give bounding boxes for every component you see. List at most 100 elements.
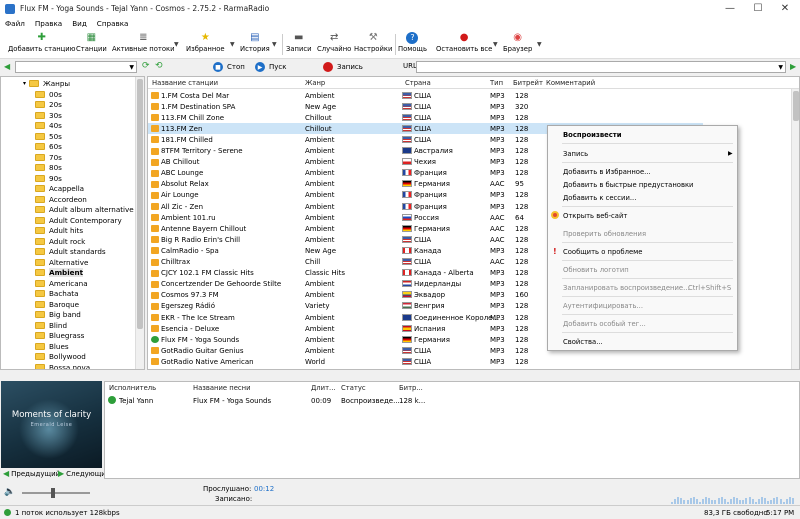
table-row[interactable]: 1.FM Destination SPA New Age США MP3 320: [148, 101, 703, 112]
forward-icon[interactable]: ▶: [790, 62, 796, 71]
active-streams-button[interactable]: ≣ Активные потоки: [112, 32, 175, 53]
stop-button[interactable]: ■ Стоп: [213, 61, 245, 73]
tree-item[interactable]: Blind: [35, 320, 67, 331]
stop-all-button[interactable]: ● Остановить все: [436, 32, 492, 53]
records-button[interactable]: ▬ Записи: [286, 32, 312, 53]
scrollbar-thumb[interactable]: [793, 91, 799, 121]
tree-item[interactable]: Bluegrass: [35, 331, 84, 342]
random-button[interactable]: ⇄ Случайно: [317, 32, 351, 53]
table-row[interactable]: 113.FM Chill Zone Chillout США MP3 128: [148, 112, 703, 123]
play-button[interactable]: ▶ Пуск: [255, 61, 286, 73]
col-bitrate[interactable]: Битрейт: [513, 79, 543, 87]
add-station-button[interactable]: ✚ Добавить станцию: [8, 32, 75, 53]
maximize-button[interactable]: ☐: [743, 0, 773, 17]
col-song[interactable]: Название песни: [193, 384, 251, 392]
ctx-play[interactable]: Воспроизвести: [563, 131, 621, 139]
tree-item[interactable]: Accordeon: [35, 194, 87, 205]
close-button[interactable]: ✕: [770, 0, 800, 17]
ctx-add-favorites[interactable]: Добавить в Избранное...: [563, 168, 651, 176]
tree-item[interactable]: Adult hits: [35, 226, 83, 237]
tree-root[interactable]: ▾ Жанры: [23, 78, 70, 89]
chevron-down-icon[interactable]: ▼: [493, 41, 498, 48]
favorites-button[interactable]: ★ Избранное: [186, 32, 225, 53]
tree-item[interactable]: Adult album alternative: [35, 205, 134, 216]
menu-edit[interactable]: Правка: [35, 19, 62, 28]
chevron-down-icon[interactable]: ▼: [778, 64, 783, 71]
tree-item[interactable]: Ambient: [35, 268, 84, 279]
col-play-bitrate[interactable]: Битр...: [399, 384, 423, 392]
tree-item[interactable]: Blues: [35, 341, 69, 352]
ctx-schedule[interactable]: Запланировать воспроизведение...: [563, 284, 690, 292]
ctx-report[interactable]: Сообщить о проблеме: [563, 248, 642, 256]
reload-icon[interactable]: ⟲: [155, 61, 163, 71]
speaker-icon[interactable]: 🔈: [4, 487, 15, 497]
tree-scrollbar[interactable]: [135, 77, 144, 369]
ctx-properties[interactable]: Свойства...: [563, 338, 603, 346]
tree-item[interactable]: Bollywood: [35, 352, 86, 363]
ctx-record[interactable]: Запись: [563, 150, 588, 158]
volume-thumb[interactable]: [50, 488, 55, 498]
col-artist[interactable]: Исполнитель: [109, 384, 156, 392]
history-button[interactable]: ▤ История: [240, 32, 270, 53]
tree-item[interactable]: Bachata: [35, 289, 78, 300]
ctx-add-quick[interactable]: Добавить в быстрые предустановки: [563, 181, 693, 189]
settings-button[interactable]: ⚒ Настройки: [354, 32, 392, 53]
col-status[interactable]: Статус: [341, 384, 366, 392]
menu-help[interactable]: Справка: [97, 19, 129, 28]
col-type[interactable]: Тип: [490, 79, 503, 87]
stations-button[interactable]: ▦ Станции: [76, 32, 107, 53]
col-name[interactable]: Название станции: [152, 79, 218, 87]
col-comment[interactable]: Комментарий: [546, 79, 595, 87]
next-button[interactable]: ▶ Следующий: [58, 469, 110, 478]
help-button[interactable]: ? Помощь: [398, 32, 427, 53]
tree-item[interactable]: Bossa nova: [35, 362, 90, 369]
tree-item[interactable]: 40s: [35, 121, 62, 132]
chevron-down-icon[interactable]: ▼: [230, 41, 235, 48]
station-combo[interactable]: ▼: [15, 61, 137, 73]
tree-item[interactable]: 50s: [35, 131, 62, 142]
chevron-down-icon[interactable]: ▼: [129, 64, 134, 71]
back-icon[interactable]: ◀: [4, 62, 10, 71]
tree-item[interactable]: 00s: [35, 89, 62, 100]
url-input[interactable]: ▼: [416, 61, 786, 73]
tree-item[interactable]: Alternative: [35, 257, 88, 268]
record-button[interactable]: Запись: [323, 61, 363, 73]
table-row[interactable]: GotRadio Native American World США MP3 128: [148, 356, 703, 367]
col-genre[interactable]: Жанр: [305, 79, 325, 87]
menu-file[interactable]: Файл: [5, 19, 25, 28]
tree-item[interactable]: Americana: [35, 278, 88, 289]
minimize-button[interactable]: —: [715, 0, 745, 17]
table-row[interactable]: 1.FM Costa Del Mar Ambient США MP3 128: [148, 90, 703, 101]
tree-item[interactable]: Adult standards: [35, 247, 106, 258]
tree-item[interactable]: 60s: [35, 142, 62, 153]
chevron-down-icon[interactable]: ▼: [174, 41, 179, 48]
tree-item[interactable]: Adult Contemporary: [35, 215, 122, 226]
tree-item[interactable]: 90s: [35, 173, 62, 184]
tree-item[interactable]: Acappella: [35, 184, 84, 195]
ctx-check-updates[interactable]: Проверить обновления: [563, 230, 646, 238]
ctx-add-session[interactable]: Добавить к сессии...: [563, 194, 636, 202]
ctx-add-tag[interactable]: Добавить особый тег...: [563, 320, 646, 328]
chevron-down-icon[interactable]: ▼: [537, 41, 542, 48]
list-scrollbar[interactable]: [791, 89, 799, 369]
ctx-authenticate[interactable]: Аутентифицировать...: [563, 302, 643, 310]
tree-item[interactable]: 20s: [35, 100, 62, 111]
col-duration[interactable]: Длит...: [311, 384, 336, 392]
chevron-down-icon[interactable]: ▼: [272, 41, 277, 48]
collapse-icon[interactable]: ▾: [23, 80, 26, 87]
tree-item[interactable]: Big band: [35, 310, 81, 321]
tree-item[interactable]: Adult rock: [35, 236, 85, 247]
ctx-open-site[interactable]: Открыть веб-сайт: [563, 212, 627, 220]
col-country[interactable]: Страна: [405, 79, 431, 87]
browser-button[interactable]: ◉ Браузер: [503, 32, 532, 53]
menu-view[interactable]: Вид: [72, 19, 87, 28]
tree-item[interactable]: 70s: [35, 152, 62, 163]
tree-item[interactable]: 80s: [35, 163, 62, 174]
scrollbar-thumb[interactable]: [137, 79, 143, 329]
tree-item[interactable]: Baroque: [35, 299, 79, 310]
refresh-icon[interactable]: ⟳: [142, 61, 150, 71]
tree-item[interactable]: 30s: [35, 110, 62, 121]
volume-slider[interactable]: [22, 492, 90, 494]
prev-button[interactable]: ◀ Предыдущий: [3, 469, 60, 478]
ctx-update-logo[interactable]: Обновить логотип: [563, 266, 629, 274]
